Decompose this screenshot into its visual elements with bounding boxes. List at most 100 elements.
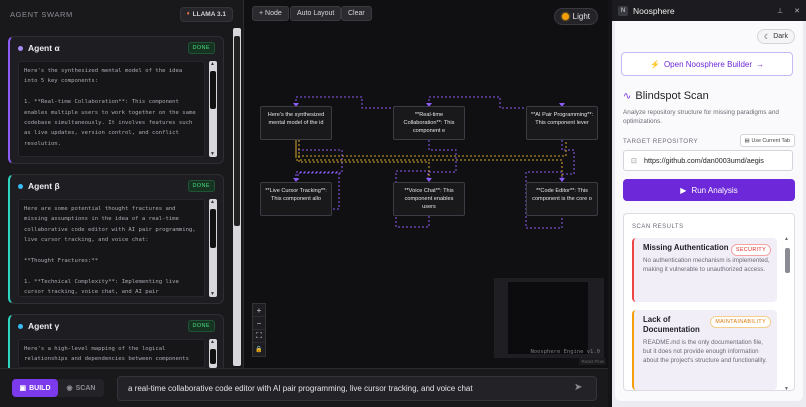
page-title-label: Blindspot Scan bbox=[635, 90, 709, 102]
page-title: ∿ Blindspot Scan bbox=[623, 90, 709, 102]
react-flow-attribution[interactable]: React Flow bbox=[579, 358, 606, 365]
run-analysis-label: Run Analysis bbox=[691, 185, 738, 195]
swarm-scroll-thumb[interactable] bbox=[234, 36, 240, 226]
engine-label: Noosphere Engine v1.0 bbox=[530, 349, 600, 355]
close-icon[interactable]: ✕ bbox=[794, 7, 800, 15]
play-icon: ▶ bbox=[680, 185, 687, 195]
agent-output[interactable]: Here are some potential thought fracture… bbox=[18, 199, 205, 297]
model-badge-label: LLAMA 3.1 bbox=[192, 10, 226, 18]
flow-node[interactable]: Here's the synthesized mental model of t… bbox=[260, 106, 332, 140]
agent-dot-icon bbox=[18, 183, 23, 189]
noosphere-window-title: Noosphere bbox=[633, 5, 675, 16]
agent-dot-icon bbox=[18, 323, 23, 329]
repo-url-input[interactable]: ⊡ https://github.com/dan0003umd/aegis bbox=[623, 150, 793, 171]
finding-tag: SECURITY bbox=[731, 244, 771, 256]
lock-button[interactable]: 🔒 bbox=[253, 343, 265, 356]
dark-mode-label: Dark bbox=[773, 33, 788, 40]
finding-tag: MAINTAINABILITY bbox=[710, 316, 771, 328]
agent-name-label: Agent α bbox=[28, 43, 60, 53]
scroll-thumb[interactable] bbox=[210, 209, 216, 249]
agent-scrollbar[interactable]: ▲ bbox=[209, 339, 217, 368]
zoom-in-button[interactable]: + bbox=[253, 304, 265, 317]
scroll-down-icon[interactable]: ▼ bbox=[210, 291, 215, 297]
status-badge: DONE bbox=[187, 42, 215, 54]
agent-name-label: Agent β bbox=[28, 181, 60, 191]
app-window: AGENT SWARM ♦ LLAMA 3.1 Agent α DONE Here… bbox=[0, 0, 806, 407]
scroll-down-icon[interactable]: ▼ bbox=[784, 386, 789, 390]
send-icon[interactable]: ➤ bbox=[574, 382, 588, 396]
agent-output[interactable]: Here's a high-level mapping of the logic… bbox=[18, 339, 205, 368]
dark-mode-button[interactable]: ☾ Dark bbox=[756, 29, 795, 44]
agent-card-alpha: Agent α DONE Here's the synthesized ment… bbox=[8, 36, 224, 164]
agent-output[interactable]: Here's the synthesized mental model of t… bbox=[18, 61, 205, 157]
agent-card-beta: Agent β DONE Here are some potential tho… bbox=[8, 174, 224, 304]
scroll-up-icon[interactable]: ▲ bbox=[210, 339, 215, 345]
agent-name-label: Agent γ bbox=[28, 321, 60, 331]
build-mode-label: BUILD bbox=[29, 384, 51, 392]
agent-card-gamma: Agent γ DONE Here's a high-level mapping… bbox=[8, 314, 224, 368]
finding-card[interactable]: Missing Authentication SECURITY No authe… bbox=[632, 238, 777, 302]
swarm-scrollbar[interactable] bbox=[233, 28, 241, 366]
mode-switch: ▣ BUILD ◉ SCAN bbox=[12, 379, 104, 397]
scroll-up-icon[interactable]: ▲ bbox=[210, 61, 215, 67]
flow-node[interactable]: **Real-time Collaboration**: This compon… bbox=[393, 106, 465, 140]
results-scrollbar[interactable]: ▲ ▼ bbox=[784, 236, 790, 390]
noosphere-panel: N Noosphere ⊥ ✕ ☾ Dark ⚡ Open Noosphere Bu… bbox=[612, 0, 806, 407]
tab-icon: ▤ bbox=[744, 137, 750, 144]
agent-swarm-panel: AGENT SWARM ♦ LLAMA 3.1 Agent α DONE Here… bbox=[0, 0, 244, 368]
page-description: Analyze repository structure for missing… bbox=[623, 109, 779, 125]
noosphere-content: ☾ Dark ⚡ Open Noosphere Builder → ∿ Blindspo… bbox=[615, 21, 803, 401]
results-scroll-thumb[interactable] bbox=[785, 248, 790, 273]
agent-header: Agent γ DONE bbox=[10, 315, 223, 337]
scan-mode-button[interactable]: ◉ SCAN bbox=[58, 379, 104, 397]
zoom-controls: + − ⛶ 🔒 bbox=[252, 303, 266, 357]
hammer-icon: ▣ bbox=[19, 385, 27, 392]
agent-header: Agent β DONE bbox=[10, 175, 223, 197]
bottom-bar: ▣ BUILD ◉ SCAN a real-time collaborative c… bbox=[0, 368, 608, 407]
flow-node[interactable]: **Code Editor**: This component is the c… bbox=[526, 182, 598, 216]
agent-name: Agent α bbox=[18, 43, 60, 53]
swarm-title: AGENT SWARM bbox=[10, 9, 73, 19]
scroll-up-icon[interactable]: ▲ bbox=[210, 199, 215, 205]
pin-icon[interactable]: ⊥ bbox=[777, 7, 783, 15]
eye-icon: ◉ bbox=[66, 385, 73, 392]
status-badge: DONE bbox=[187, 320, 215, 332]
run-analysis-button[interactable]: ▶ Run Analysis bbox=[623, 179, 795, 201]
fit-view-button[interactable]: ⛶ bbox=[253, 330, 265, 343]
activity-icon: ∿ bbox=[623, 90, 632, 102]
noosphere-titlebar: N Noosphere ⊥ ✕ bbox=[612, 0, 806, 21]
scroll-down-icon[interactable]: ▼ bbox=[210, 151, 215, 157]
agent-name: Agent β bbox=[18, 181, 60, 191]
scroll-thumb[interactable] bbox=[210, 349, 216, 364]
agent-header: Agent α DONE bbox=[10, 37, 223, 59]
flame-icon: ♦ bbox=[186, 11, 190, 17]
scroll-up-icon[interactable]: ▲ bbox=[784, 236, 789, 242]
finding-text: README.md is the only documentation file… bbox=[643, 339, 767, 364]
target-repo-label: TARGET REPOSITORY bbox=[623, 138, 699, 145]
model-badge[interactable]: ♦ LLAMA 3.1 bbox=[179, 6, 233, 22]
finding-card[interactable]: Lack of Documentation MAINTAINABILITY RE… bbox=[632, 310, 777, 390]
minimap[interactable] bbox=[494, 278, 604, 358]
flow-edge bbox=[561, 140, 575, 181]
repo-url-value: https://github.com/dan0003umd/aegis bbox=[644, 156, 764, 165]
minimap-viewport[interactable] bbox=[508, 282, 588, 354]
scan-results-label: SCAN RESULTS bbox=[632, 224, 684, 230]
flow-canvas[interactable]: + Node Auto Layout Clear Light Here's th… bbox=[244, 0, 608, 368]
prompt-input[interactable]: a real-time collaborative code editor wi… bbox=[117, 376, 597, 401]
moon-icon: ☾ bbox=[763, 33, 771, 41]
use-current-tab-button[interactable]: ▤ Use Current Tab bbox=[739, 134, 795, 147]
zoom-out-button[interactable]: − bbox=[253, 317, 265, 330]
flow-node[interactable]: **Voice Chat**: This component enables u… bbox=[393, 182, 465, 216]
agent-dot-icon bbox=[18, 45, 23, 51]
arrow-right-icon: → bbox=[756, 59, 765, 69]
flow-node[interactable]: **Live Cursor Tracking**: This component… bbox=[260, 182, 332, 216]
agent-scrollbar[interactable]: ▲ ▼ bbox=[209, 199, 217, 297]
build-mode-button[interactable]: ▣ BUILD bbox=[12, 379, 58, 397]
open-builder-label: Open Noosphere Builder bbox=[663, 59, 753, 69]
scroll-thumb[interactable] bbox=[210, 71, 216, 110]
flow-node[interactable]: **AI Pair Programming**: This component … bbox=[526, 106, 598, 140]
bolt-icon: ⚡ bbox=[649, 59, 660, 69]
agent-scrollbar[interactable]: ▲ ▼ bbox=[209, 61, 217, 157]
swarm-header: AGENT SWARM ♦ LLAMA 3.1 bbox=[0, 0, 243, 28]
open-builder-button[interactable]: ⚡ Open Noosphere Builder → bbox=[621, 52, 793, 76]
